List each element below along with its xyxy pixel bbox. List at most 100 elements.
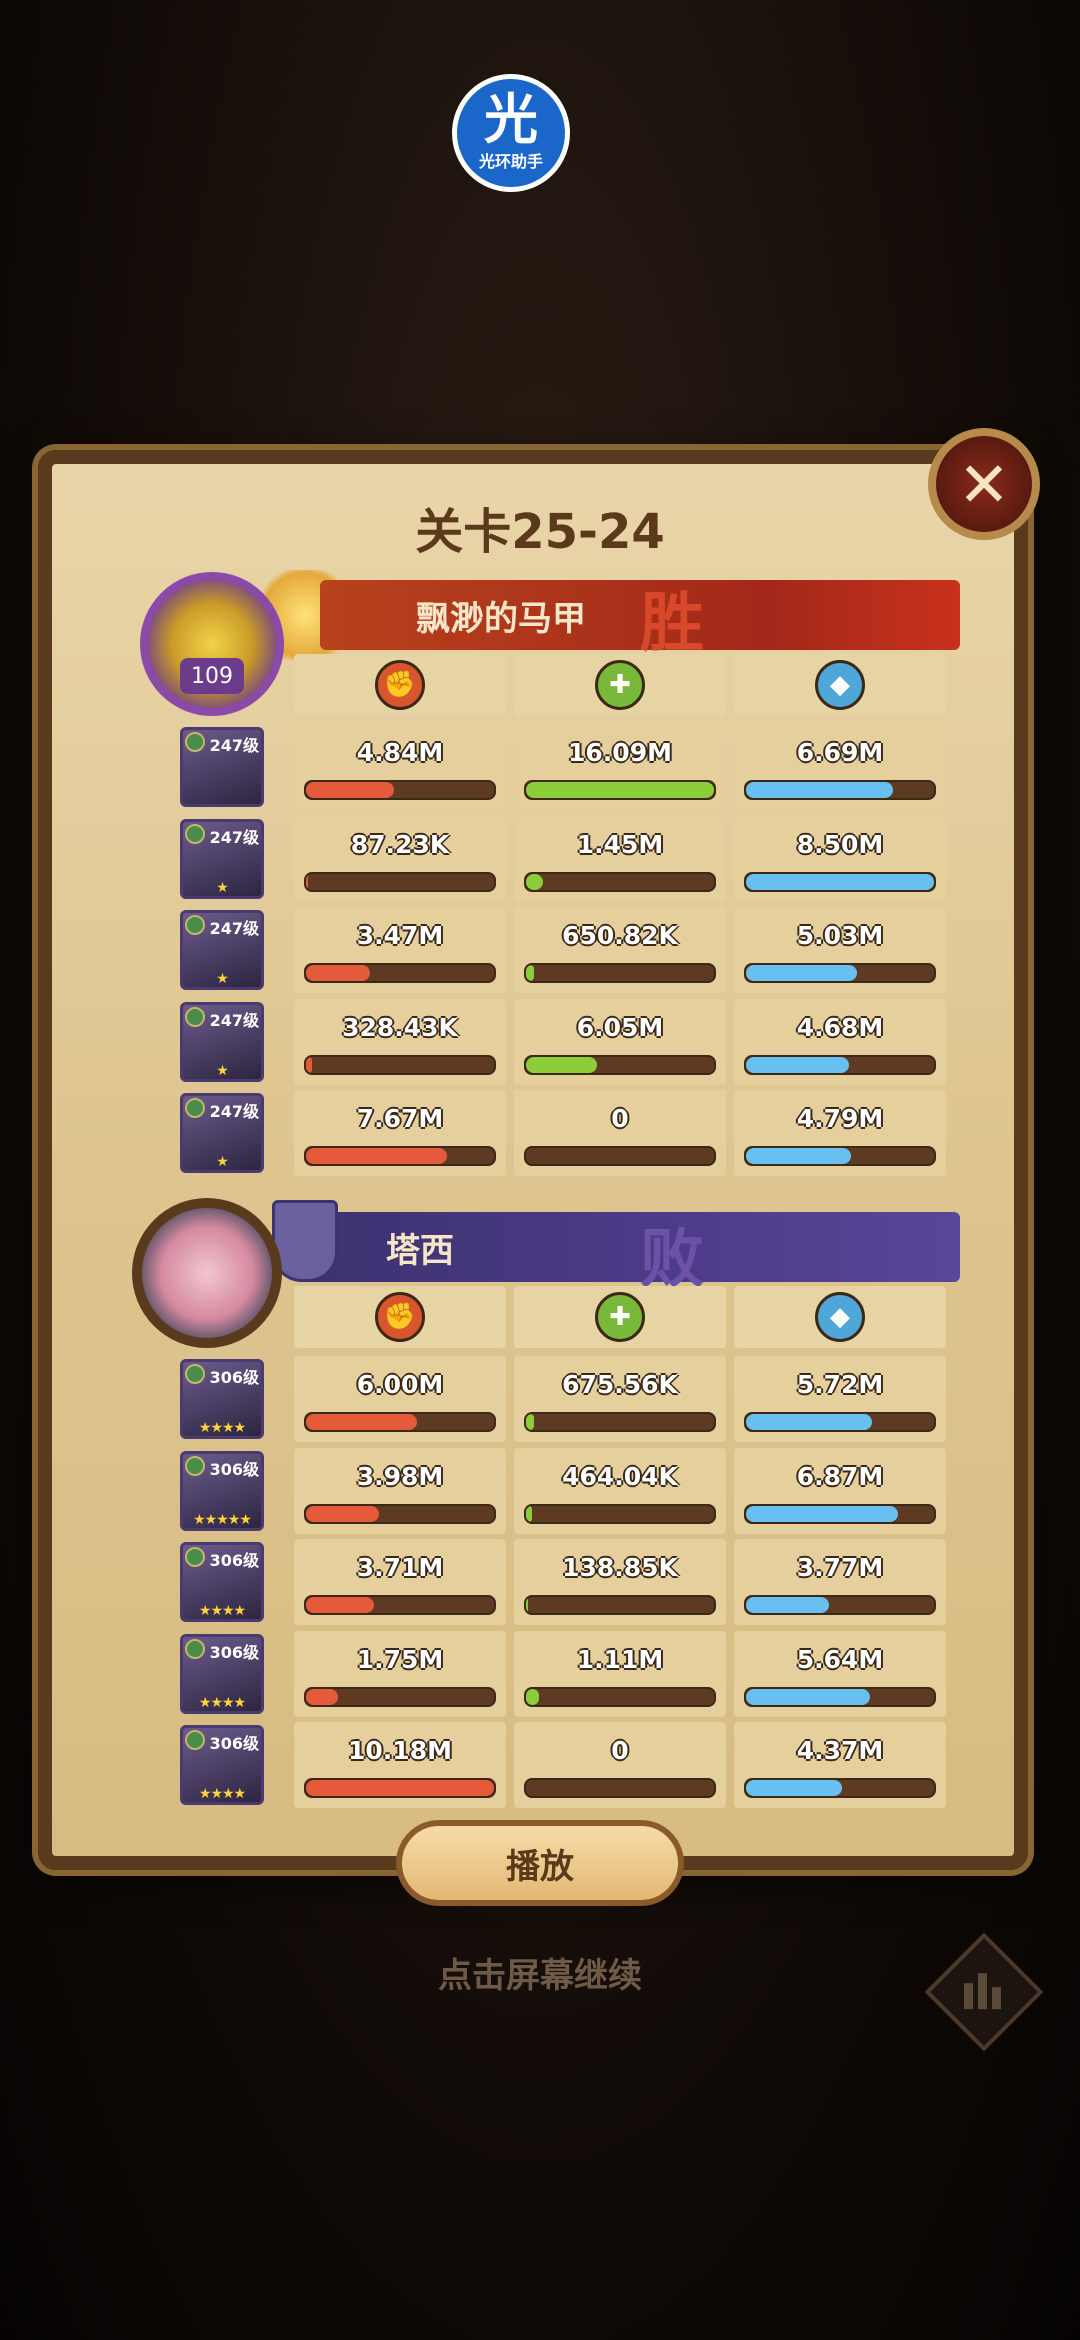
- shield-value: 6.69M: [796, 738, 884, 767]
- shield-cell: 3.77M: [734, 1539, 946, 1625]
- damage-cell: 328.43K: [294, 998, 506, 1085]
- shield-value: 5.03M: [796, 921, 884, 950]
- hero-portrait[interactable]: 247级 ★: [180, 1093, 264, 1173]
- hero-row: 247级 ★ 3.47M 650.82K 5.03M: [140, 907, 960, 993]
- shield-bar-track: [744, 1054, 936, 1075]
- hero-stars: ★★★★: [198, 1420, 246, 1436]
- logo-text: 光环助手: [478, 152, 543, 171]
- damage-cell: 87.23K: [294, 815, 506, 902]
- heal-cell: 464.04K: [514, 1447, 726, 1534]
- damage-cell: 3.71M: [294, 1539, 506, 1625]
- hero-level: 247级: [209, 1102, 259, 1121]
- damage-bar-track: [304, 1054, 496, 1075]
- shield-cell: 4.79M: [734, 1090, 946, 1176]
- play-button[interactable]: 播放: [396, 1820, 684, 1906]
- faction-icon: [185, 823, 205, 844]
- hero-row: 306级 ★★★★ 6.00M 675.56K 5.72M: [140, 1356, 960, 1442]
- heal-cell: 1.45M: [514, 815, 726, 902]
- winner-avatar[interactable]: [140, 572, 284, 716]
- hero-row: 247级 ★ 87.23K 1.45M 8.50M: [140, 815, 960, 902]
- damage-bar-track: [304, 871, 496, 892]
- heal-bar-fill: [526, 1505, 532, 1522]
- heal-cell: 650.82K: [514, 907, 726, 993]
- heal-value: 16.09M: [568, 738, 672, 767]
- hero-stars: ★★★★★: [193, 1511, 252, 1528]
- damage-value: 10.18M: [348, 1736, 452, 1765]
- damage-bar-fill: [306, 1414, 417, 1430]
- shield-value: 4.68M: [796, 1012, 884, 1042]
- faction-icon: [185, 915, 205, 935]
- heal-bar-track: [524, 1412, 716, 1432]
- shield-cell: 4.68M: [734, 998, 946, 1085]
- shield-cell: 5.64M: [734, 1630, 946, 1717]
- heal-icon: ✚: [595, 660, 645, 710]
- heal-bar-track: [524, 871, 716, 892]
- tap-to-continue-hint[interactable]: 点击屏幕继续: [0, 1948, 1080, 1997]
- heal-value: 0: [611, 1104, 629, 1133]
- damage-bar-fill: [306, 1780, 494, 1796]
- heal-bar-fill: [526, 1056, 598, 1073]
- heal-value: 1.45M: [576, 829, 664, 859]
- shield-bar-fill: [746, 1505, 899, 1522]
- heal-bar-track: [524, 1503, 716, 1524]
- winner-heal-header: ✚: [514, 654, 726, 716]
- heal-cell: 138.85K: [514, 1539, 726, 1625]
- hero-portrait[interactable]: 247级 ★: [180, 910, 264, 990]
- hero-portrait[interactable]: 247级: [180, 727, 264, 807]
- shield-cell: 6.69M: [734, 724, 946, 810]
- hero-row: 247级 ★ 7.67M 0 4.79M: [140, 1090, 960, 1176]
- damage-value: 3.71M: [356, 1553, 444, 1582]
- heal-bar-fill: [526, 1597, 528, 1613]
- damage-bar-track: [304, 1595, 496, 1615]
- damage-value: 87.23K: [350, 829, 450, 859]
- damage-value: 4.84M: [356, 738, 444, 767]
- hero-stars: ★★★★: [198, 1694, 246, 1711]
- damage-bar-track: [304, 1412, 496, 1432]
- shield-bar-fill: [746, 782, 893, 798]
- heal-cell: 16.09M: [514, 724, 726, 810]
- faction-icon: [185, 1455, 205, 1476]
- damage-value: 7.67M: [356, 1104, 444, 1133]
- stage-title: 关卡25-24: [415, 504, 665, 560]
- heal-value: 650.82K: [562, 921, 678, 950]
- hero-portrait[interactable]: 247级 ★: [180, 1001, 264, 1082]
- hero-level: 306级: [209, 1368, 259, 1387]
- loser-damage-header: ✊: [294, 1286, 506, 1348]
- hero-portrait[interactable]: 247级 ★: [180, 818, 264, 899]
- hero-portrait[interactable]: 306级 ★★★★: [180, 1633, 264, 1714]
- shield-bar-fill: [746, 965, 857, 981]
- heal-cell: 0: [514, 1722, 726, 1808]
- winner-name: 飘渺的马甲: [416, 598, 586, 639]
- hero-row: 306级 ★★★★★ 3.98M 464.04K 6.87M: [140, 1447, 960, 1534]
- shield-bar-track: [744, 963, 936, 983]
- hero-level: 306级: [209, 1642, 259, 1662]
- heal-bar-track: [524, 1054, 716, 1075]
- hero-stars: ★★★★: [198, 1786, 246, 1802]
- hero-portrait[interactable]: 306级 ★★★★: [180, 1542, 264, 1622]
- hero-portrait[interactable]: 306级 ★★★★: [180, 1725, 264, 1805]
- hero-portrait[interactable]: 306级 ★★★★★: [180, 1450, 264, 1531]
- faction-icon: [185, 1364, 205, 1384]
- damage-bar-track: [304, 780, 496, 800]
- heal-bar-track: [524, 1146, 716, 1166]
- hero-level: 247级: [209, 919, 259, 938]
- shield-bar-track: [744, 1686, 936, 1707]
- hero-portrait[interactable]: 306级 ★★★★: [180, 1359, 264, 1439]
- damage-bar-fill: [306, 1688, 338, 1705]
- damage-value: 3.47M: [356, 921, 444, 950]
- shield-cell: 5.03M: [734, 907, 946, 993]
- hero-row: 247级 4.84M 16.09M 6.69M: [140, 724, 960, 810]
- shield-bar-track: [744, 871, 936, 892]
- shield-bar-fill: [746, 1414, 872, 1430]
- shield-value: 4.37M: [796, 1736, 884, 1765]
- loser-heal-header: ✚: [514, 1286, 726, 1348]
- heal-bar-fill: [526, 965, 534, 981]
- shield-bar-fill: [746, 1688, 871, 1705]
- damage-icon: ✊: [375, 660, 425, 710]
- damage-value: 328.43K: [342, 1012, 458, 1042]
- loser-avatar[interactable]: [132, 1198, 282, 1348]
- hero-stars: ★: [216, 1062, 229, 1079]
- faction-icon: [185, 1098, 205, 1118]
- heal-bar-track: [524, 1595, 716, 1615]
- damage-cell: 3.47M: [294, 907, 506, 993]
